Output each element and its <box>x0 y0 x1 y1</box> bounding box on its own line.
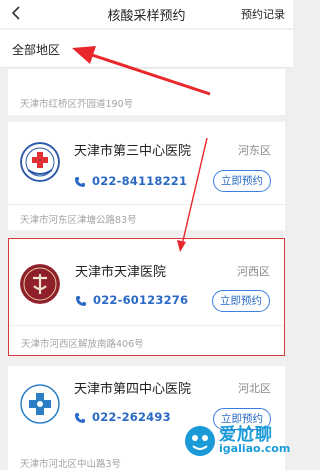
hospital-address: 天津市河西区解放南路406号 <box>21 339 144 350</box>
hospital-card-partial: 天津市红桥区芥园道190号 <box>8 69 285 115</box>
hospital-phone[interactable]: 022-84118221 <box>92 174 187 188</box>
hospital-address: 天津市河北区中山路3号 <box>20 459 122 470</box>
hospital-logo-icon <box>20 142 60 182</box>
book-now-button[interactable]: 立即预约 <box>212 290 270 312</box>
phone-icon <box>75 413 85 423</box>
hospital-district: 河东区 <box>238 144 271 157</box>
hospital-card: 天津市第三中心医院 河东区 022-84118221 立即预约 天津市河东区津塘… <box>8 122 285 230</box>
watermark-url: igaliao.com <box>219 442 291 455</box>
hospital-phone[interactable]: 022-60123276 <box>93 293 188 307</box>
hospital-logo-icon <box>20 384 60 424</box>
region-filter[interactable]: 全部地区 <box>0 30 293 68</box>
booking-history-link[interactable]: 预约记录 <box>241 6 285 22</box>
top-bar: 核酸采样预约 预约记录 <box>0 0 293 28</box>
phone-icon <box>75 177 85 187</box>
hospital-name: 天津市天津医院 <box>75 265 167 280</box>
hospital-logo-icon <box>20 264 60 304</box>
watermark: 爱尬聊 igaliao.com <box>179 420 291 464</box>
hospital-name: 天津市第四中心医院 <box>74 382 192 397</box>
hospital-district: 河西区 <box>237 265 270 278</box>
card-divider <box>9 325 284 326</box>
hospital-name: 天津市第三中心医院 <box>74 144 192 159</box>
region-filter-label[interactable]: 全部地区 <box>12 41 60 58</box>
book-now-button[interactable]: 立即预约 <box>213 170 271 192</box>
hospital-district: 河北区 <box>238 382 271 395</box>
hospital-card-highlighted: 天津市天津医院 河西区 022-60123276 立即预约 天津市河西区解放南路… <box>8 238 285 356</box>
phone-icon <box>76 296 86 306</box>
hospital-phone[interactable]: 022-262493 <box>92 410 171 424</box>
card-divider <box>8 204 285 205</box>
hospital-address: 天津市河东区津塘公路83号 <box>20 215 137 226</box>
hospital-address: 天津市红桥区芥园道190号 <box>20 99 134 110</box>
watermark-logo-icon <box>185 426 215 456</box>
